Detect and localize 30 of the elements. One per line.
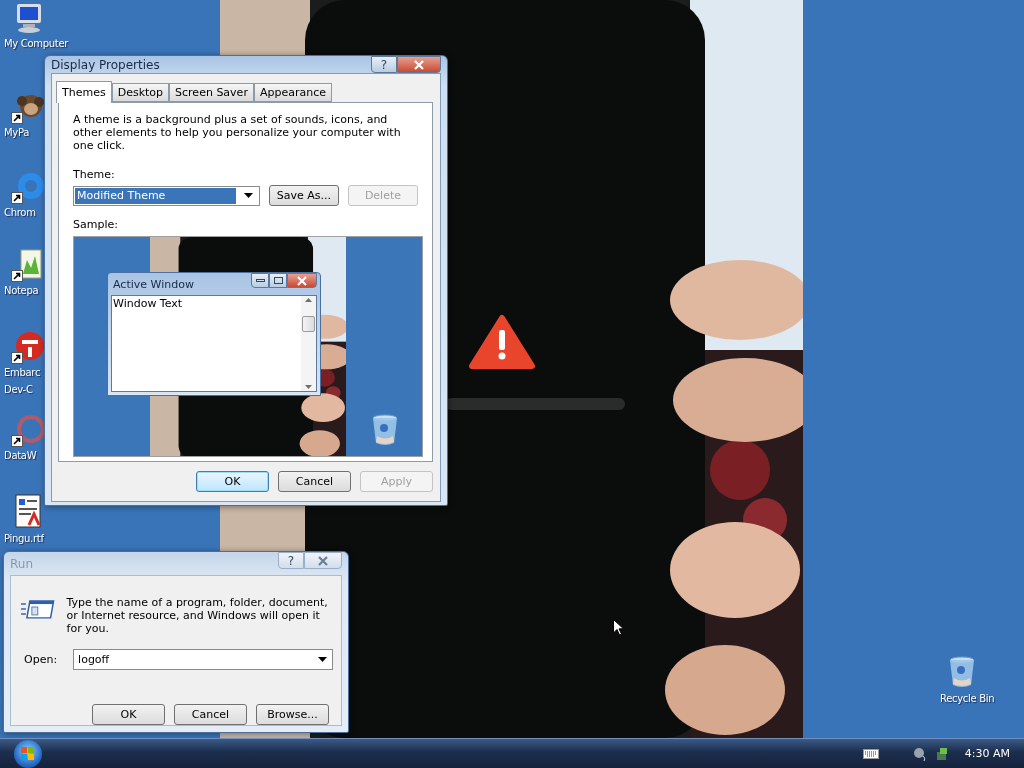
network-icon[interactable] (934, 746, 949, 761)
clock[interactable]: 4:30 AM (964, 747, 1010, 760)
start-button[interactable] (14, 739, 42, 768)
speaker-icon[interactable] (912, 746, 927, 761)
recycle-bin-icon (949, 656, 975, 688)
keyboard-icon[interactable] (862, 748, 879, 759)
window-text: Window Text (112, 296, 184, 312)
window-title: Display Properties (51, 57, 160, 72)
run-icon (21, 599, 55, 619)
icon-label[interactable]: DataW (4, 449, 37, 462)
dialog-button[interactable]: OK (92, 704, 165, 725)
document-icon (13, 494, 43, 528)
dev-icon (13, 330, 45, 362)
tab[interactable]: Desktop (111, 83, 170, 102)
icon-label[interactable]: Embarc (4, 366, 41, 379)
icon-label[interactable]: Chrom (4, 206, 36, 219)
sample-window-title: Active Window (112, 277, 194, 291)
icon-label[interactable]: MyPa (4, 126, 30, 139)
open-label: Open: (24, 653, 58, 666)
icon-label[interactable]: Notepa (4, 284, 39, 297)
theme-dropdown[interactable]: Modified Theme (73, 185, 260, 206)
icon-label[interactable]: Pingu.rtf (4, 532, 44, 545)
icon-label[interactable]: Dev-C (4, 383, 33, 396)
icon-label[interactable]: Recycle Bin (940, 692, 995, 705)
sample-label: Sample: (73, 218, 119, 231)
windows-logo-icon (21, 746, 35, 761)
window-title: Run (10, 556, 33, 571)
tab[interactable]: Themes (56, 81, 112, 103)
icon-label[interactable]: My Computer (4, 37, 69, 50)
theme-label: Theme: (73, 168, 116, 181)
